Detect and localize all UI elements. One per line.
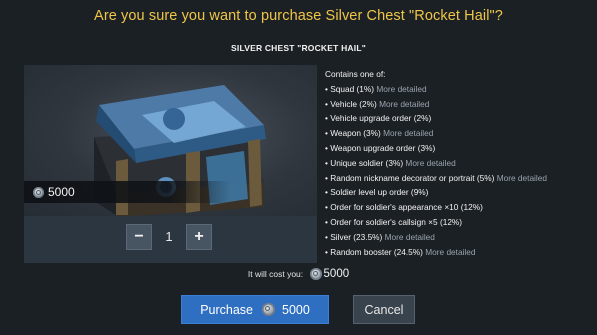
silver-coin-icon (33, 186, 44, 198)
item-label: Random booster (24.5%) (330, 246, 423, 257)
list-item: Vehicle upgrade order (2%) (325, 111, 590, 126)
list-item: Soldier level up order (9%) (325, 185, 590, 200)
item-label: Vehicle (2%) (330, 98, 377, 109)
list-item: Squad (1%) More detailed (325, 82, 590, 97)
item-label: Order for soldier's callsign ×5 (12%) (330, 216, 463, 227)
silver-coin-icon (262, 303, 275, 316)
list-item: Order for soldier's callsign ×5 (12%) (325, 215, 590, 230)
list-item: Vehicle (2%) More detailed (325, 97, 590, 112)
total-cost: It will cost you: 5000 (0, 268, 597, 280)
decrease-quantity-button[interactable]: − (126, 224, 152, 250)
purchase-price: 5000 (282, 302, 310, 317)
item-label: Unique soldier (3%) (330, 157, 404, 168)
list-item: Random nickname decorator or portrait (5… (325, 171, 590, 186)
item-name: SILVER CHEST "ROCKET HAIL" (231, 43, 366, 53)
cost-label: It will cost you: (247, 269, 304, 279)
item-preview: 5000 − 1 + (24, 65, 317, 263)
contents-list: Contains one of: Squad (1%) More detaile… (325, 67, 590, 259)
item-label: Squad (1%) (330, 83, 375, 94)
item-label: Order for soldier's appearance ×10 (12%) (330, 202, 483, 213)
quantity-value: 1 (165, 229, 173, 244)
chest-scene: 5000 (24, 65, 317, 216)
item-label: Soldier level up order (9%) (330, 187, 429, 198)
list-item: Random booster (24.5%) More detailed (325, 245, 590, 260)
silver-coin-icon (309, 268, 322, 280)
more-detailed-link[interactable]: More detailed (497, 173, 547, 183)
more-detailed-link[interactable]: More detailed (425, 247, 475, 257)
cancel-button[interactable]: Cancel (353, 295, 415, 324)
purchase-label: Purchase (200, 302, 253, 317)
item-label: Weapon (3%) (330, 128, 381, 139)
item-label: Random nickname decorator or portrait (5… (330, 172, 495, 183)
more-detailed-link[interactable]: More detailed (385, 232, 435, 242)
chest-price: 5000 (48, 185, 75, 199)
item-label: Weapon upgrade order (3%) (330, 142, 436, 153)
list-item: Order for soldier's appearance ×10 (12%) (325, 200, 590, 215)
cost-value: 5000 (323, 268, 350, 280)
contents-heading: Contains one of: (325, 69, 386, 79)
list-item: Silver (23.5%) More detailed (325, 230, 590, 245)
item-label: Silver (23.5%) (330, 231, 383, 242)
more-detailed-link[interactable]: More detailed (379, 99, 429, 109)
increase-quantity-button[interactable]: + (186, 224, 212, 250)
chest-price-tag: 5000 (24, 181, 230, 203)
more-detailed-link[interactable]: More detailed (376, 84, 426, 94)
list-item: Unique soldier (3%) More detailed (325, 156, 590, 171)
list-item: Weapon upgrade order (3%) (325, 141, 590, 156)
list-item: Weapon (3%) More detailed (325, 126, 590, 141)
item-label: Vehicle upgrade order (2%) (330, 113, 432, 124)
dialog-title: Are you sure you want to purchase Silver… (94, 8, 503, 24)
purchase-button[interactable]: Purchase 5000 (181, 295, 329, 324)
more-detailed-link[interactable]: More detailed (405, 158, 455, 168)
quantity-stepper: − 1 + (24, 216, 317, 263)
more-detailed-link[interactable]: More detailed (383, 128, 433, 138)
